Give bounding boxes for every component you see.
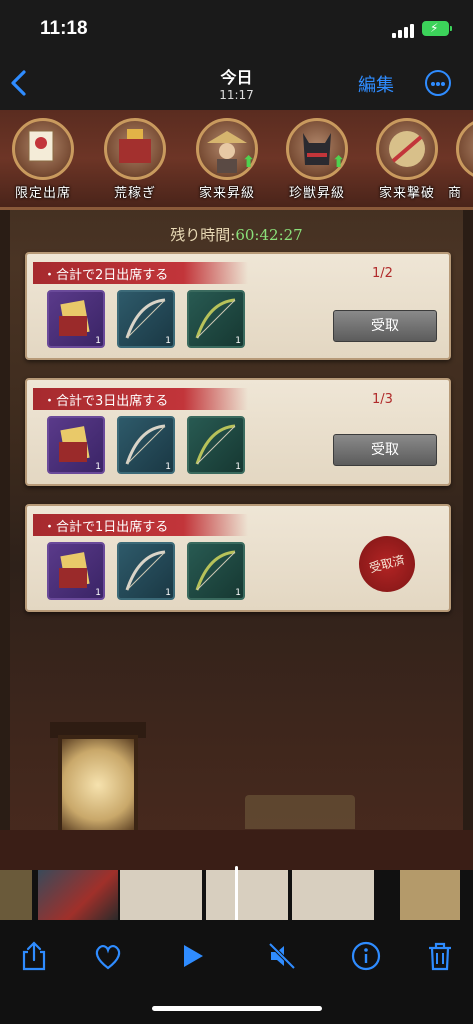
thumbnail[interactable] bbox=[292, 870, 374, 920]
game-tab-5[interactable]: 商 bbox=[448, 118, 473, 208]
card-title-ribbon: ・合計で3日出席する bbox=[33, 388, 248, 410]
game-tab-4[interactable]: 家来撃破 bbox=[368, 118, 446, 208]
reward-card-1: ・合計で3日出席する 1/3 1 1 1 受取 bbox=[25, 378, 451, 486]
battery-icon: ⚡ bbox=[422, 21, 452, 36]
more-options-icon[interactable] bbox=[425, 70, 451, 96]
thumbnail[interactable] bbox=[206, 870, 288, 920]
game-tab-label: 商 bbox=[448, 186, 463, 201]
mute-icon[interactable] bbox=[266, 940, 298, 972]
bow-item-icon[interactable]: 1 bbox=[117, 542, 175, 600]
bow-item-icon[interactable]: 1 bbox=[187, 416, 245, 474]
game-tab-icon bbox=[104, 118, 166, 180]
book-decor bbox=[245, 795, 355, 829]
game-screenshot: 限定出席 荒稼ぎ ⬆ 家来昇級 ⬆ 珍獣昇級 家来撃破 商 残り時間:60:42… bbox=[0, 110, 473, 870]
heart-icon[interactable] bbox=[92, 940, 124, 972]
card-title: ・合計で3日出席する bbox=[43, 394, 169, 409]
upgrade-arrow-icon: ⬆ bbox=[242, 152, 256, 171]
share-icon[interactable] bbox=[18, 940, 50, 972]
card-progress: 1/3 bbox=[372, 392, 393, 407]
info-icon[interactable] bbox=[350, 940, 382, 972]
thumbnail[interactable] bbox=[400, 870, 460, 920]
cellular-signal-icon bbox=[392, 24, 414, 38]
thumbnail[interactable] bbox=[120, 870, 202, 920]
edit-button[interactable]: 編集 bbox=[358, 71, 394, 97]
status-bar: 11:18 ⚡ bbox=[0, 0, 473, 58]
card-title-ribbon: ・合計で1日出席する bbox=[33, 514, 248, 536]
bow-item-icon[interactable]: 1 bbox=[187, 290, 245, 348]
reward-card-0: ・合計で2日出席する 1/2 1 1 1 受取 bbox=[25, 252, 451, 360]
game-tab-label: 家来撃破 bbox=[378, 186, 435, 201]
card-title: ・合計で1日出席する bbox=[43, 520, 169, 535]
game-tab-0[interactable]: 限定出席 bbox=[4, 118, 82, 208]
lantern-decor bbox=[58, 735, 138, 835]
upgrade-arrow-icon: ⬆ bbox=[332, 152, 346, 171]
card-title: ・合計で2日出席する bbox=[43, 268, 169, 283]
claim-button[interactable]: 受取 bbox=[333, 310, 437, 342]
scrub-cursor[interactable] bbox=[235, 866, 238, 924]
game-tab-1[interactable]: 荒稼ぎ bbox=[96, 118, 174, 208]
game-tab-icon bbox=[376, 118, 438, 180]
game-tab-label: 限定出席 bbox=[14, 186, 71, 201]
status-time: 11:18 bbox=[40, 18, 88, 39]
game-tab-label: 家来昇級 bbox=[198, 186, 255, 201]
trash-icon[interactable] bbox=[424, 940, 456, 972]
reward-card-2: ・合計で1日出席する 1 1 1 受取済 bbox=[25, 504, 451, 612]
bow-item-icon[interactable]: 1 bbox=[117, 290, 175, 348]
nav-subtitle: 11:17 bbox=[219, 88, 254, 102]
timer-value: 60:42:27 bbox=[235, 226, 303, 244]
game-tab-label: 珍獣昇級 bbox=[288, 186, 345, 201]
card-title-ribbon: ・合計で2日出席する bbox=[33, 262, 248, 284]
timer-label: 残り時間: bbox=[170, 226, 236, 244]
bow-item-icon[interactable]: 1 bbox=[117, 416, 175, 474]
scroll-item-icon[interactable]: 1 bbox=[47, 290, 105, 348]
remaining-time: 残り時間:60:42:27 bbox=[0, 224, 473, 245]
bow-item-icon[interactable]: 1 bbox=[187, 542, 245, 600]
scroll-item-icon[interactable]: 1 bbox=[47, 416, 105, 474]
game-tab-label: 荒稼ぎ bbox=[113, 186, 156, 201]
floor-decor bbox=[0, 830, 473, 870]
game-tab-icon bbox=[12, 118, 74, 180]
claimed-stamp: 受取済 bbox=[352, 529, 422, 599]
game-tab-3[interactable]: ⬆ 珍獣昇級 bbox=[278, 118, 356, 208]
play-icon[interactable] bbox=[176, 940, 208, 972]
nav-title: 今日 bbox=[220, 68, 253, 87]
nav-bar: 今日 11:17 編集 bbox=[0, 58, 473, 110]
scroll-item-icon[interactable]: 1 bbox=[47, 542, 105, 600]
card-progress: 1/2 bbox=[372, 266, 393, 281]
game-tab-icon bbox=[456, 118, 473, 180]
thumbnail[interactable] bbox=[38, 870, 118, 920]
thumbnail[interactable] bbox=[0, 870, 32, 920]
claim-button[interactable]: 受取 bbox=[333, 434, 437, 466]
home-indicator[interactable] bbox=[152, 1006, 322, 1011]
game-tab-2[interactable]: ⬆ 家来昇級 bbox=[188, 118, 266, 208]
